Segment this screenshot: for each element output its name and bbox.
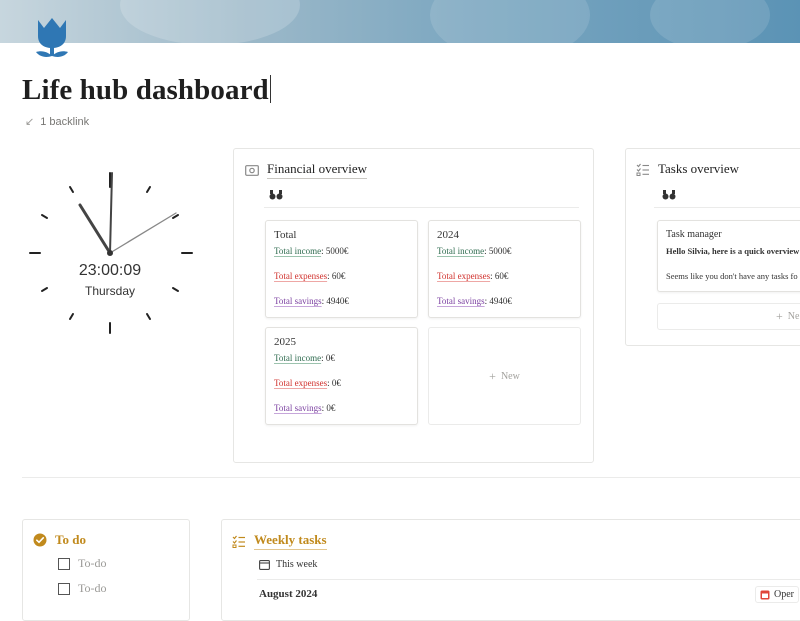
checkbox[interactable] — [58, 582, 70, 595]
todo-header[interactable]: To do — [33, 532, 86, 548]
view-tab-this-week[interactable]: This week — [259, 559, 317, 570]
card-title: 2025 — [274, 336, 296, 348]
clock-day: Thursday — [84, 284, 136, 298]
tasks-overview-panel: Tasks overview Task manager Hello Silvia… — [625, 148, 800, 346]
income-row: Total income: 5000€ — [274, 246, 349, 256]
cover-banner — [0, 0, 800, 43]
text-caret — [269, 75, 271, 103]
plus-icon: + — [489, 368, 496, 383]
card-title: Task manager — [666, 229, 722, 240]
financial-overview-title: Financial overview — [267, 161, 367, 179]
todo-item[interactable]: To-do — [58, 581, 107, 596]
finance-card-2025[interactable]: 2025 Total income: 0€ Total expenses: 0€… — [265, 327, 418, 425]
tulip-icon[interactable] — [30, 16, 74, 62]
expenses-row: Total expenses: 60€ — [437, 271, 509, 281]
card-title: 2024 — [437, 229, 459, 241]
month-label: August 2024 — [259, 588, 318, 600]
financial-overview-panel: Financial overview Total Total income: 5… — [233, 148, 594, 463]
new-label: New — [500, 370, 520, 382]
checklist-icon — [636, 163, 649, 176]
tasks-note: Seems like you don't have any tasks fo — [666, 271, 798, 281]
todo-item-label[interactable]: To-do — [78, 556, 107, 571]
financial-overview-header[interactable]: Financial overview — [245, 161, 367, 179]
checklist-icon — [232, 535, 245, 548]
expenses-row: Total expenses: 60€ — [274, 271, 346, 281]
todo-panel: To do To-do To-do — [22, 519, 190, 621]
expenses-row: Total expenses: 0€ — [274, 378, 341, 388]
income-row: Total income: 5000€ — [437, 246, 512, 256]
money-icon — [245, 164, 259, 176]
divider — [264, 207, 579, 208]
weekly-tasks-title: Weekly tasks — [254, 532, 327, 550]
divider — [257, 579, 800, 580]
backlink-label: 1 backlink — [40, 116, 90, 128]
savings-row: Total savings: 0€ — [274, 403, 336, 413]
finance-card-2024[interactable]: 2024 Total income: 5000€ Total expenses:… — [428, 220, 581, 318]
new-card-button[interactable]: + New — [428, 327, 581, 425]
income-row: Total income: 0€ — [274, 353, 335, 363]
weekly-tasks-header[interactable]: Weekly tasks — [232, 532, 327, 550]
clock-time: 23:00:09 — [78, 262, 142, 279]
savings-row: Total savings: 4940€ — [274, 296, 349, 306]
tasks-overview-header[interactable]: Tasks overview — [636, 161, 739, 177]
weekly-tasks-panel: Weekly tasks This week August 2024 Oper — [221, 519, 800, 621]
backlink-link[interactable]: ↙ 1 backlink — [25, 115, 89, 128]
arrow-down-left-icon: ↙ — [25, 116, 35, 128]
plus-icon: + — [776, 309, 783, 323]
savings-row: Total savings: 4940€ — [437, 296, 512, 306]
finance-card-total[interactable]: Total Total income: 5000€ Total expenses… — [265, 220, 418, 318]
hour-hand — [78, 203, 112, 255]
page-title[interactable]: Life hub dashboard — [22, 74, 271, 107]
todo-item-label[interactable]: To-do — [78, 581, 107, 596]
section-divider — [22, 477, 800, 478]
divider — [654, 207, 800, 208]
calendar-icon — [259, 560, 270, 570]
analog-clock — [29, 172, 193, 334]
task-manager-card[interactable]: Task manager Hello Silvia, here is a qui… — [657, 220, 800, 292]
greeting-text: Hello Silvia, here is a quick overview — [666, 246, 800, 256]
new-label: Ne — [787, 311, 800, 322]
open-label: Oper — [774, 589, 794, 600]
tasks-overview-title: Tasks overview — [658, 161, 740, 176]
check-circle-icon — [33, 533, 47, 547]
second-hand — [109, 212, 177, 254]
calendar-red-icon — [760, 590, 770, 599]
checkbox[interactable] — [58, 557, 70, 570]
card-title: Total — [274, 229, 297, 241]
todo-item[interactable]: To-do — [58, 556, 107, 571]
binoculars-icon[interactable] — [662, 189, 676, 200]
todo-title: To do — [55, 532, 86, 547]
open-calendar-button[interactable]: Oper — [755, 586, 799, 603]
view-label: This week — [276, 559, 318, 570]
new-task-button[interactable]: + Ne — [657, 303, 800, 330]
binoculars-icon[interactable] — [269, 189, 283, 200]
